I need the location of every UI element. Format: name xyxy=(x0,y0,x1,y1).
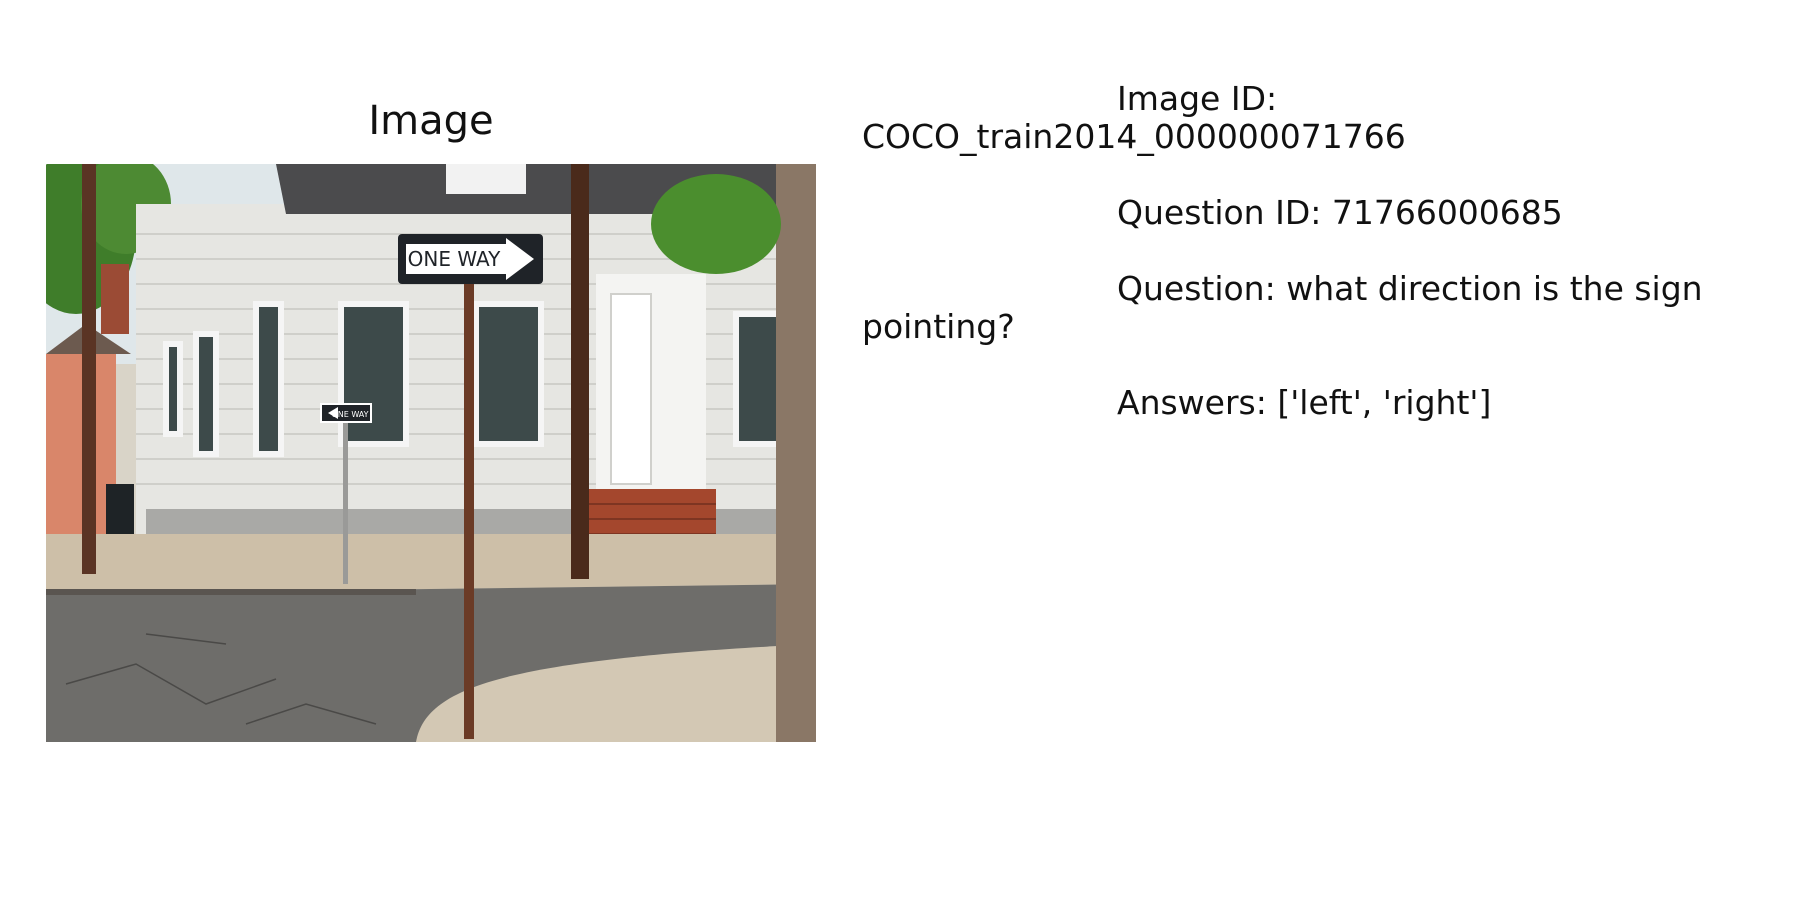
question-id-text: Question ID: 71766000685 xyxy=(1117,193,1563,232)
trash-bin xyxy=(106,484,134,534)
utility-pole xyxy=(82,164,96,574)
main-sign-pole xyxy=(464,279,474,739)
question-text: Question: what direction is the sign poi… xyxy=(862,269,1703,346)
window xyxy=(253,301,284,457)
small-sign-pole xyxy=(343,404,348,584)
answers-text: Answers: ['left', 'right'] xyxy=(1117,383,1492,422)
palm-trunk xyxy=(776,164,816,742)
utility-pole xyxy=(571,164,589,579)
window xyxy=(473,301,544,447)
image-id-text: Image ID: COCO_train2014_000000071766 xyxy=(862,79,1406,156)
window xyxy=(193,331,219,457)
hanging-fern xyxy=(651,174,781,274)
window xyxy=(163,341,183,437)
street-photo: ONE WAY ONE WAY xyxy=(46,164,816,742)
large-sign-text: ONE WAY xyxy=(408,247,502,271)
neighbor-house xyxy=(46,354,116,534)
question-info: Image ID: COCO_train2014_000000071766 Qu… xyxy=(862,80,1762,460)
small-sign-text: ONE WAY xyxy=(331,410,368,419)
image-panel-title: Image xyxy=(368,98,494,144)
sidewalk xyxy=(46,534,816,594)
small-one-way-sign: ONE WAY xyxy=(320,403,372,423)
large-one-way-sign: ONE WAY xyxy=(398,234,543,284)
